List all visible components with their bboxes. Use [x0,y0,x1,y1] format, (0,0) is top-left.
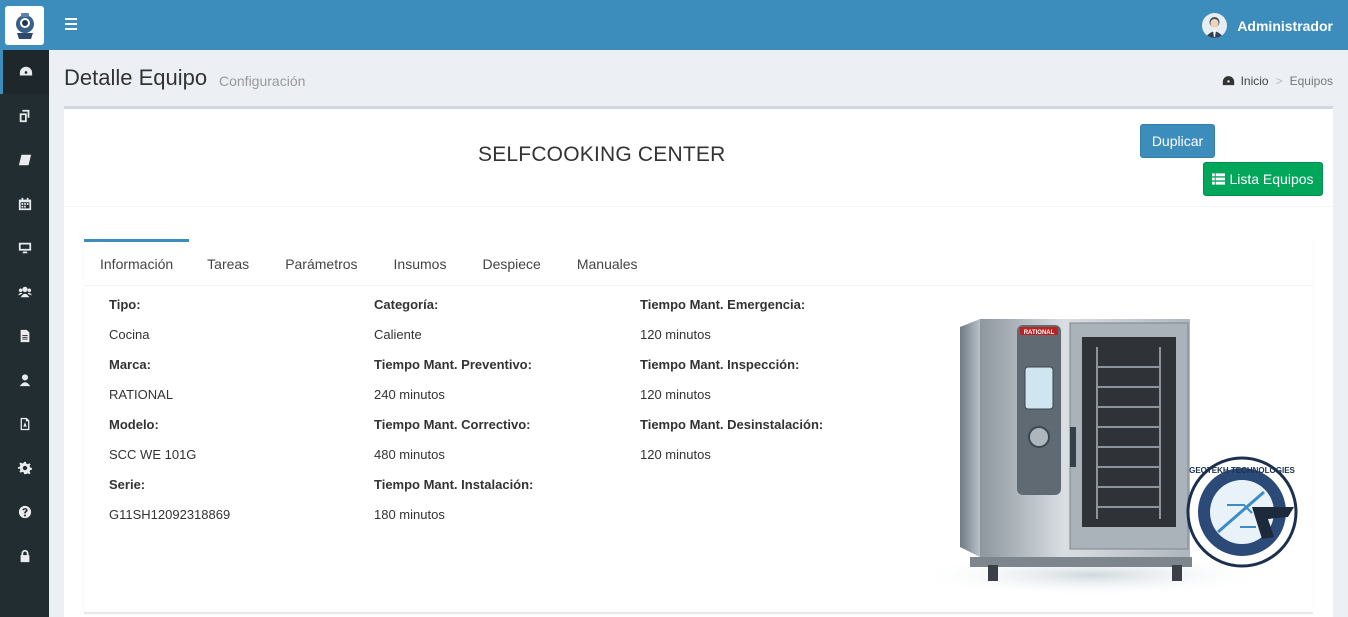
geotekh-watermark: GEOTEKH TECHNOLOGIES [1186,456,1298,568]
sidebar-item-settings[interactable] [0,446,49,490]
field-value-preventivo: 240 minutos [374,387,445,402]
field-label-emergencia: Tiempo Mant. Emergencia: [640,297,806,312]
tab-bar: Información Tareas Parámetros Insumos De… [84,239,1313,286]
copy-icon [19,109,29,123]
page-subtitle: Configuración [219,73,306,89]
pdf-icon [20,417,29,431]
info-column-general: Tipo: Cocina Marca: RATIONAL Modelo: SCC… [109,295,230,535]
tab-parametros[interactable]: Parámetros [267,239,375,286]
users-icon [17,286,32,298]
field-label-serie: Serie: [109,477,146,492]
user-name: Administrador [1237,17,1333,34]
menu-toggle-icon[interactable] [65,18,77,30]
sidebar-item-dashboard[interactable] [0,50,49,94]
list-icon [1212,173,1226,185]
calendar-icon [18,197,31,211]
breadcrumb: Inicio > Equipos [1222,74,1333,88]
field-value-serie: G11SH12092318869 [109,507,231,522]
help-icon [18,505,31,519]
field-label-correctivo: Tiempo Mant. Correctivo: [374,417,531,432]
sidebar-item-help[interactable] [0,490,49,534]
file-icon [20,329,29,343]
desktop-icon [18,242,31,254]
field-value-categoria: Caliente [374,327,422,342]
field-label-instalacion: Tiempo Mant. Instalación: [374,477,534,492]
brand-plate-text: RATIONAL [1024,330,1055,336]
box-header: SELFCOOKING CENTER Duplicar Lista Equipo… [64,109,1333,207]
dashboard-icon [19,66,33,76]
info-column-times: Categoría: Caliente Tiempo Mant. Prevent… [374,295,533,535]
breadcrumb-separator: > [1275,74,1283,88]
tab-informacion[interactable]: Información [84,239,190,286]
top-navbar: Administrador [49,0,1348,50]
field-label-modelo: Modelo: [109,417,159,432]
sidebar-item-users[interactable] [0,270,49,314]
field-label-categoria: Categoría: [374,297,439,312]
field-value-instalacion: 180 minutos [374,507,445,522]
dashboard-icon [1222,76,1234,86]
tab-despiece[interactable]: Despiece [464,239,558,286]
watermark-text: GEOTEKH TECHNOLOGIES [1189,466,1295,475]
user-icon [19,374,30,387]
tab-manuales[interactable]: Manuales [559,239,656,286]
avatar [1202,13,1228,38]
equipment-name: SELFCOOKING CENTER [478,143,726,166]
field-value-correctivo: 480 minutos [374,447,445,462]
sidebar-item-user[interactable] [0,358,49,402]
app-logo[interactable] [5,6,44,45]
sidebar-item-document[interactable] [0,314,49,358]
field-value-desinstalacion: 120 minutos [640,447,711,462]
logo-emblem-icon [15,12,34,39]
sidebar [0,50,49,617]
sidebar-item-desktop[interactable] [0,226,49,270]
sidebar-item-book[interactable] [0,138,49,182]
tab-panel: Información Tareas Parámetros Insumos De… [84,239,1313,613]
field-value-modelo: SCC WE 101G [109,447,197,462]
field-value-inspeccion: 120 minutos [640,387,711,402]
field-label-preventivo: Tiempo Mant. Preventivo: [374,357,532,372]
tab-tareas[interactable]: Tareas [189,239,267,286]
lock-icon [20,549,29,563]
logo-area [0,0,49,50]
equipment-list-button[interactable]: Lista Equipos [1203,162,1323,196]
user-menu[interactable]: Administrador [1202,13,1333,38]
equipment-image: RATIONAL GEOTEKH TECHNOLOGIES [922,319,1298,597]
breadcrumb-current: Equipos [1289,74,1333,88]
book-icon [18,154,31,166]
info-column-times-2: Tiempo Mant. Emergencia: 120 minutos Tie… [640,295,823,475]
sidebar-item-calendar[interactable] [0,182,49,226]
field-label-desinstalacion: Tiempo Mant. Desinstalación: [640,417,824,432]
sidebar-item-lock[interactable] [0,534,49,578]
field-label-marca: Marca: [109,357,151,372]
sidebar-item-pdf[interactable] [0,402,49,446]
equipment-list-label: Lista Equipos [1229,171,1314,187]
tab-insumos[interactable]: Insumos [376,239,465,286]
equipment-detail-box: SELFCOOKING CENTER Duplicar Lista Equipo… [64,106,1333,617]
breadcrumb-home[interactable]: Inicio [1241,74,1269,88]
field-value-emergencia: 120 minutos [640,327,711,342]
field-label-inspeccion: Tiempo Mant. Inspección: [640,357,800,372]
field-value-tipo: Cocina [109,327,150,342]
duplicate-button[interactable]: Duplicar [1140,124,1215,158]
gear-icon [17,461,32,475]
sidebar-item-copy[interactable] [0,94,49,138]
field-value-marca: RATIONAL [109,387,174,402]
page-title: Detalle Equipo [64,65,208,90]
field-label-tipo: Tipo: [109,297,141,312]
